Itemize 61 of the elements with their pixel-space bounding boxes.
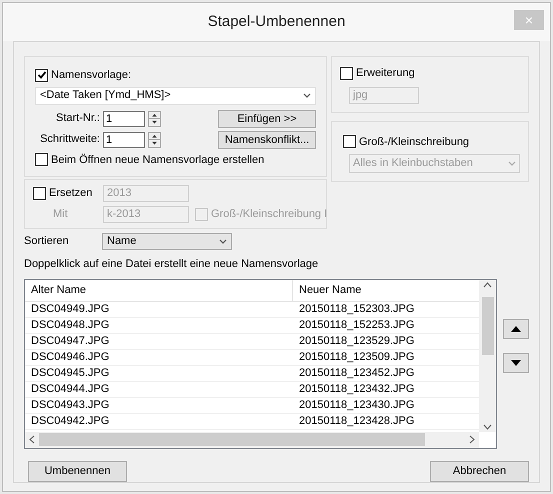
up-triangle-icon [511,326,521,332]
scroll-left-icon [29,435,35,444]
checkbox[interactable] [35,68,48,82]
table-cell-text: 20150118_123430.JPG [298,398,416,412]
checkbox-label: Ersetzen [49,186,92,202]
checkbox-label: Namensvorlage: [51,68,132,83]
table-cell-text: 20150118_123432.JPG [298,382,416,396]
cancel-button[interactable]: Abbrechen [430,460,529,482]
scrollbar-thumb[interactable] [482,296,494,354]
table-cell-text: DSC04948.JPG [30,318,110,332]
table-cell-text: DSC04943.JPG [30,398,110,412]
table-cell-text: 20150118_123529.JPG [298,334,416,348]
checkbox[interactable] [340,66,353,80]
down-triangle-icon [511,360,521,366]
table-cell-text: DSC04947.JPG [30,334,110,348]
move-up-button[interactable] [503,318,529,338]
insert-button[interactable]: Einfügen >> [218,110,316,128]
table-cell-text: DSC04949.JPG [30,302,110,316]
checkbox[interactable] [35,153,48,166]
spinner[interactable] [148,132,161,148]
spinner[interactable] [148,110,161,126]
checkmark-icon [36,70,46,80]
scroll-up-icon [483,282,492,288]
scrollbar-thumb[interactable] [39,433,425,446]
template-dropdown[interactable]: <Date Taken [Ymd_HMS]> [35,86,316,104]
window-title: Stapel-Umbenennen [208,12,346,32]
checkbox-label: Groß-/Kleinschreibung I [211,207,328,222]
field-label: Schrittweite: [39,132,101,148]
scroll-right-icon [469,435,475,444]
table-cell-text: DSC04942.JPG [30,414,110,428]
sort-dropdown[interactable]: Name [102,233,232,250]
table-cell-text: DSC04946.JPG [30,350,110,364]
table-cell-text: 20150118_123452.JPG [298,366,416,380]
checkbox-label: Erweiterung [356,66,415,81]
caret-icon [219,239,227,244]
table-cell-text: DSC04944.JPG [30,382,110,396]
move-down-button[interactable] [503,352,529,372]
caret-icon [508,161,516,166]
sort-label: Sortieren [24,234,70,250]
name-conflict-button[interactable]: Namenskonflikt... [218,130,316,148]
checkbox[interactable] [33,187,46,200]
horizontal-scrollbar[interactable] [25,432,479,448]
start-number-field[interactable]: 1 [103,110,145,126]
column-header[interactable]: Alter Name [25,280,293,300]
checkbox-label: Beim Öffnen neue Namensvorlage erstellen [51,152,264,168]
hint-text: Doppelklick auf eine Datei erstellt eine neue Namensvorlage [24,257,320,272]
vertical-scrollbar[interactable] [479,280,496,432]
table-cell-text: 20150118_123428.JPG [298,414,416,428]
rename-button[interactable]: Umbenennen [28,460,127,482]
scroll-down-icon [483,424,492,430]
caret-icon [303,93,311,98]
field-label: Start-Nr.: [54,111,101,126]
table-cell-text: 20150118_152253.JPG [298,318,416,332]
column-header[interactable]: Neuer Name [293,280,479,300]
step-field[interactable]: 1 [103,132,145,148]
field-label: Mit [52,207,69,222]
table-cell-text: 20150118_123509.JPG [298,350,416,364]
table-cell-text: DSC04945.JPG [30,366,110,380]
checkbox[interactable] [343,135,356,148]
checkbox-label: Groß-/Kleinschreibung [359,134,470,150]
table-cell-text: 20150118_152303.JPG [298,302,416,316]
